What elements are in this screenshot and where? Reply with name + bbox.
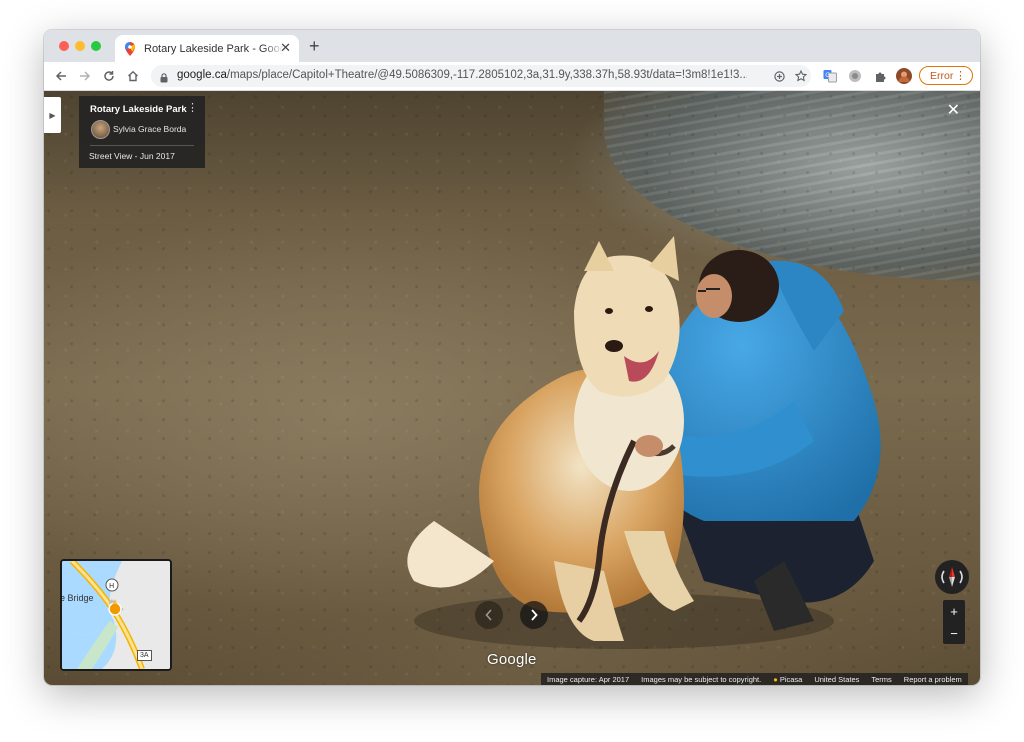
chevron-right-icon: ▶ xyxy=(49,110,56,120)
terms-link[interactable]: Terms xyxy=(871,675,891,684)
streetview-panorama[interactable]: ▶ Rotary Lakeside Park ⋮ Sylvia Grace Bo… xyxy=(44,91,980,685)
browser-window: Rotary Lakeside Park - Google ✕ + google… xyxy=(44,30,980,685)
zoom-out-button[interactable]: − xyxy=(943,622,965,644)
previous-arrow-button[interactable] xyxy=(475,601,503,629)
reload-icon[interactable] xyxy=(100,67,118,85)
copyright-text: Images may be subject to copyright. xyxy=(641,674,762,684)
forward-icon[interactable] xyxy=(76,67,94,85)
translate-icon[interactable]: G xyxy=(822,68,838,84)
back-icon[interactable] xyxy=(52,67,70,85)
new-tab-button[interactable]: + xyxy=(309,37,320,55)
map-graphic: H xyxy=(62,561,170,669)
add-icon[interactable] xyxy=(771,68,787,84)
close-icon[interactable]: ✕ xyxy=(947,103,960,119)
country-link[interactable]: United States xyxy=(814,675,859,684)
place-info-card: Rotary Lakeside Park ⋮ Sylvia Grace Bord… xyxy=(79,96,205,168)
puzzle-icon[interactable] xyxy=(872,68,888,84)
picasa-icon: ● xyxy=(773,674,778,684)
address-bar[interactable]: google.ca/maps/place/Capitol+Theatre/@49… xyxy=(151,65,811,87)
google-logo: Google xyxy=(487,651,537,668)
divider xyxy=(90,145,194,146)
maximize-window-button[interactable] xyxy=(91,41,101,51)
compass-button[interactable] xyxy=(935,560,969,594)
woman-hugging-dog-photo xyxy=(407,236,881,649)
profile-error-button[interactable]: Error ⋮ xyxy=(919,66,973,85)
svg-text:G: G xyxy=(825,72,830,79)
avatar-icon[interactable] xyxy=(896,68,912,84)
picasa-label: Picasa xyxy=(779,674,803,684)
attribution-bar: Image capture: Apr 2017 Images may be su… xyxy=(541,673,968,685)
image-capture-text: Image capture: Apr 2017 xyxy=(547,674,630,684)
tab-close-icon[interactable]: ✕ xyxy=(280,41,291,55)
chevron-left-icon xyxy=(485,609,492,621)
minimize-window-button[interactable] xyxy=(75,41,85,51)
map-label: e Bridge xyxy=(60,593,94,603)
svg-text:H: H xyxy=(109,582,114,590)
zoom-control: + − xyxy=(943,600,965,644)
chevron-right-icon xyxy=(531,609,538,621)
url-path: /maps/place/Capitol+Theatre/@49.5086309,… xyxy=(226,69,747,81)
home-icon[interactable] xyxy=(124,67,142,85)
side-panel-toggle[interactable]: ▶ xyxy=(44,97,61,133)
place-name[interactable]: Rotary Lakeside Park xyxy=(90,104,187,115)
author-name[interactable]: Sylvia Grace Borda xyxy=(113,124,186,134)
tab-title: Rotary Lakeside Park - Google xyxy=(144,42,284,55)
compass-icon xyxy=(941,567,963,587)
more-icon[interactable]: ⋮ xyxy=(955,69,966,82)
author-avatar[interactable] xyxy=(91,120,110,139)
picasa-link[interactable]: ● Picasa xyxy=(773,675,802,684)
lock-icon[interactable] xyxy=(160,70,168,88)
zoom-in-button[interactable]: + xyxy=(943,600,965,622)
extension-icon[interactable] xyxy=(847,68,863,84)
report-problem-link[interactable]: Report a problem xyxy=(904,675,962,684)
maps-pin-icon xyxy=(124,41,136,56)
capture-date: Street View - Jun 2017 xyxy=(89,151,175,161)
next-arrow-button[interactable] xyxy=(520,601,548,629)
browser-toolbar: google.ca/maps/place/Capitol+Theatre/@49… xyxy=(44,62,980,91)
more-options-icon[interactable]: ⋮ xyxy=(187,103,198,114)
star-icon[interactable] xyxy=(793,68,809,84)
url-text[interactable]: google.ca/maps/place/Capitol+Theatre/@49… xyxy=(177,69,747,81)
error-label: Error xyxy=(930,69,954,82)
mini-map[interactable]: H e Bridge 3A xyxy=(60,559,172,671)
highway-shield: 3A xyxy=(137,650,152,661)
tab-strip: Rotary Lakeside Park - Google ✕ + xyxy=(44,30,980,62)
close-window-button[interactable] xyxy=(59,41,69,51)
tab-maps[interactable]: Rotary Lakeside Park - Google ✕ xyxy=(115,35,299,62)
url-host: google.ca xyxy=(177,69,227,81)
